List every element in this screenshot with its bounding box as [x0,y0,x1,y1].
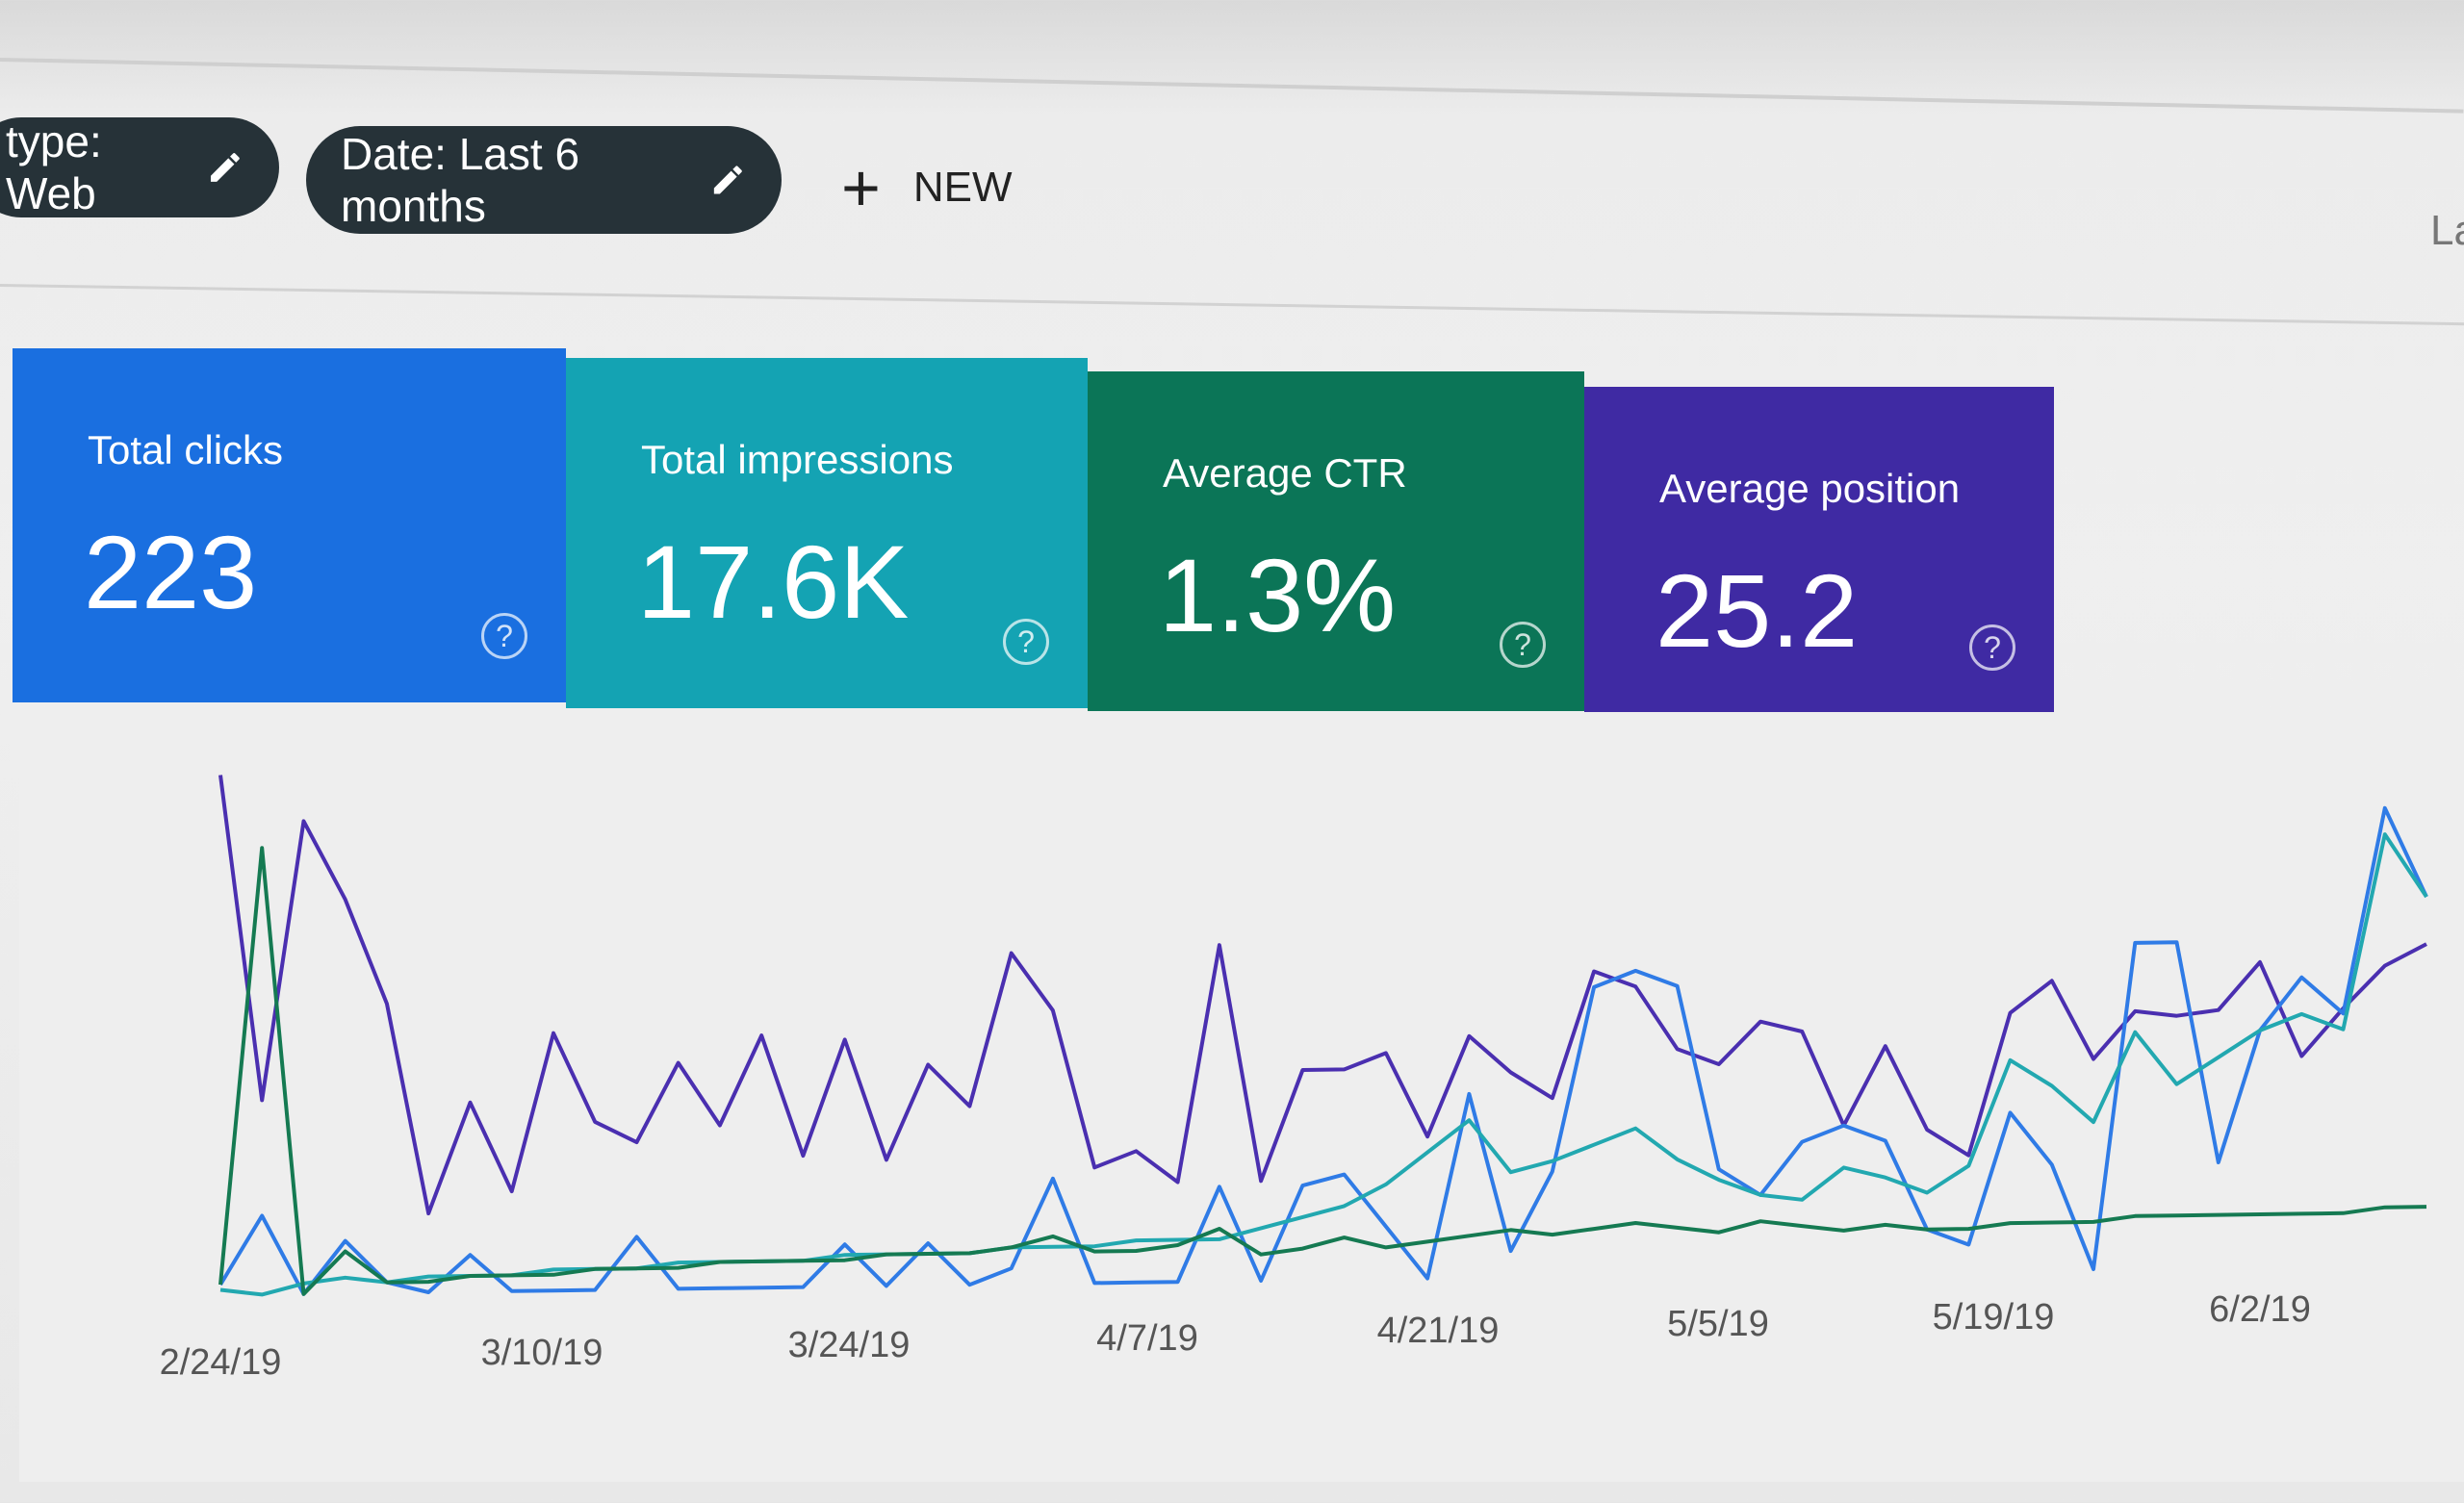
new-filter-label: NEW [912,164,1013,211]
metric-card-average-position[interactable]: Average position 25.2 ? [1584,387,2054,714]
pencil-icon[interactable] [709,159,747,201]
help-icon[interactable]: ? [1003,619,1049,665]
metric-card-total-clicks[interactable]: Total clicks 223 ? [13,348,566,702]
metric-card-total-impressions[interactable]: Total impressions 17.6K ? [566,358,1088,708]
pencil-icon[interactable] [206,146,244,189]
date-filter-label: Date: Last 6 months [341,129,580,231]
metric-label: Total clicks [88,427,284,472]
date-filter-chip[interactable]: Date: Last 6 months [306,126,782,234]
metric-value: 223 [84,514,258,630]
performance-chart[interactable]: 2/24/19 3/10/19 3/24/19 4/7/19 4/21/19 5… [19,712,2464,1482]
metric-label: Average position [1659,466,1961,511]
divider [0,284,2464,326]
x-tick-label: 4/21/19 [1376,1311,1500,1351]
metric-label: Total impressions [641,437,954,482]
x-tick-label: 3/10/19 [480,1333,603,1373]
new-filter-button[interactable]: + NEW [841,154,1013,221]
series-line-position [218,775,2427,1216]
search-type-filter-label: type: Web [6,116,102,218]
metric-value: 1.3% [1159,537,1397,653]
search-type-filter-chip[interactable]: type: Web [0,116,279,218]
metric-value: 25.2 [1656,552,1859,669]
help-icon[interactable]: ? [1500,622,1546,668]
metric-card-average-ctr[interactable]: Average CTR 1.3% ? [1088,371,1584,711]
cut-off-text: La [2430,207,2464,254]
metric-value: 17.6K [637,523,910,640]
metric-label: Average CTR [1163,450,1407,496]
x-tick-label: 2/24/19 [159,1342,282,1383]
help-icon[interactable]: ? [481,613,527,659]
x-tick-label: 6/2/19 [2209,1289,2311,1330]
series-line-impressions [219,832,2428,1297]
x-tick-label: 5/19/19 [1932,1297,2055,1337]
chart-plot [218,775,2428,1297]
help-icon[interactable]: ? [1969,624,2015,671]
top-edge [0,58,2464,114]
plus-icon: + [841,150,881,225]
x-tick-label: 5/5/19 [1667,1304,1769,1344]
x-tick-label: 4/7/19 [1096,1318,1198,1359]
x-tick-label: 3/24/19 [787,1325,911,1365]
